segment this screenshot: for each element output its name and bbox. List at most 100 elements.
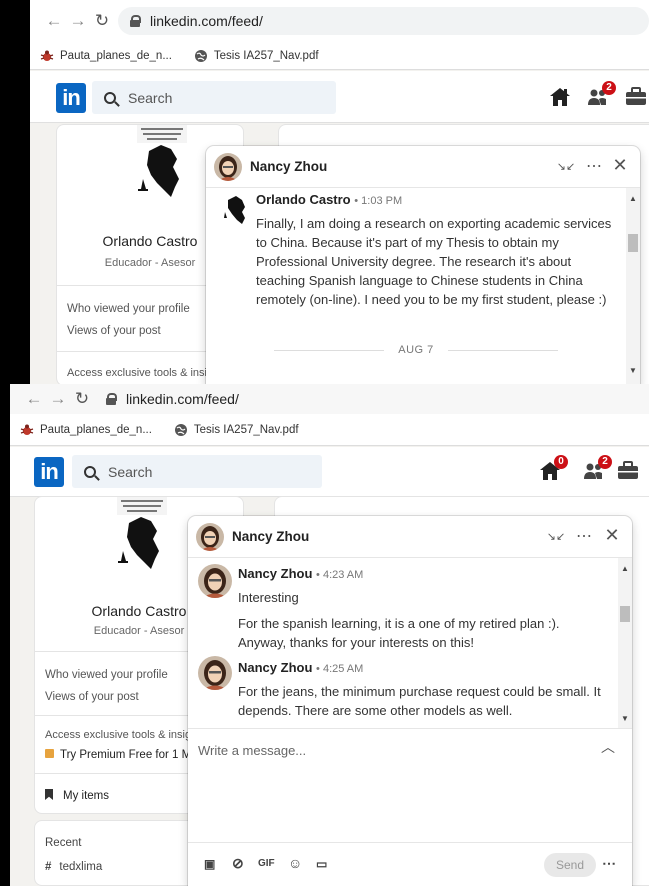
- send-button[interactable]: Send: [544, 853, 596, 877]
- message-time: 4:23 AM: [322, 569, 364, 581]
- home-icon[interactable]: [548, 85, 572, 109]
- scroll-down-arrow-icon[interactable]: ▼: [618, 714, 632, 723]
- browser-toolbar: ← → ↻ linkedin.com/feed/: [30, 0, 649, 42]
- close-icon[interactable]: ✕: [610, 155, 630, 176]
- chat-scrollbar[interactable]: ▲ ▼: [618, 558, 632, 728]
- message-input[interactable]: Write a message...: [198, 743, 306, 758]
- message-text: Finally, I am doing a research on export…: [256, 216, 612, 307]
- search-input[interactable]: Search: [72, 455, 322, 488]
- chat-title: Nancy Zhou: [250, 159, 328, 174]
- search-icon: [104, 91, 116, 104]
- expand-chevron-up-icon[interactable]: ︿: [598, 737, 618, 757]
- image-icon[interactable]: ▣: [204, 857, 215, 871]
- address-bar[interactable]: linkedin.com/feed/: [118, 7, 649, 35]
- try-premium-link[interactable]: Try Premium Free for 1 Mo: [45, 749, 198, 761]
- scroll-up-arrow-icon[interactable]: ▲: [618, 564, 632, 573]
- notification-badge: 2: [598, 455, 612, 469]
- bookmark-tesis[interactable]: Tesis IA257_Nav.pdf: [194, 49, 319, 63]
- chat-window-top: Nancy Zhou ↘↙ ⋯ ✕ Orlando Castro • 1:03 …: [206, 146, 640, 384]
- address-bar[interactable]: linkedin.com/feed/: [94, 387, 649, 411]
- url-text: linkedin.com/feed/: [126, 391, 239, 407]
- views-post-link[interactable]: Views of your post: [45, 691, 139, 703]
- premium-label: Try Premium Free for 1 Mo: [60, 749, 198, 761]
- linkedin-header: in Search 0 2: [10, 447, 649, 497]
- forward-arrow-icon[interactable]: →: [66, 11, 90, 31]
- linkedin-logo[interactable]: in: [56, 83, 86, 113]
- home-icon[interactable]: 0: [538, 455, 568, 483]
- access-tools-text: Access exclusive tools & insigh: [67, 367, 220, 379]
- search-input[interactable]: Search: [92, 81, 336, 114]
- my-network-icon[interactable]: 2: [586, 81, 616, 109]
- message-time: 1:03 PM: [361, 195, 403, 207]
- scroll-down-arrow-icon[interactable]: ▼: [626, 366, 640, 375]
- sender-name: Nancy Zhou: [238, 566, 313, 581]
- message-text: Interesting: [238, 590, 299, 605]
- chat-scrollbar[interactable]: ▲ ▼: [626, 188, 640, 384]
- jobs-briefcase-icon[interactable]: [624, 85, 648, 109]
- hashtag-icon: #: [45, 861, 52, 873]
- jobs-briefcase-icon[interactable]: [616, 459, 640, 483]
- message-text: For the jeans, the minimum purchase requ…: [238, 684, 601, 718]
- chat-window-bottom: Nancy Zhou ↘↙ ⋯ ✕ Nancy Zhou • 4:23 AM I…: [188, 516, 632, 886]
- close-icon[interactable]: ✕: [602, 525, 622, 546]
- attach-icon[interactable]: ⊘: [232, 855, 244, 872]
- back-arrow-icon[interactable]: ←: [22, 389, 46, 409]
- reload-icon[interactable]: ↻: [90, 11, 114, 31]
- message-sender[interactable]: Nancy Zhou • 4:23 AM: [238, 566, 363, 581]
- bookmark-pauta[interactable]: Pauta_planes_de_n...: [40, 49, 172, 63]
- recent-label: Recent: [45, 837, 82, 849]
- lock-icon: [106, 393, 117, 405]
- browser-toolbar: ← → ↻ linkedin.com/feed/: [10, 384, 649, 414]
- message-sender[interactable]: Orlando Castro • 1:03 PM: [256, 192, 402, 207]
- my-network-icon[interactable]: 2: [582, 455, 612, 483]
- more-options-icon[interactable]: ⋯: [574, 526, 594, 546]
- screenshot-top: ← → ↻ linkedin.com/feed/ Pauta_planes_de…: [30, 0, 649, 384]
- minimize-compose-icon[interactable]: ↘↙: [546, 530, 566, 543]
- orlando-avatar[interactable]: [218, 192, 252, 226]
- chat-header[interactable]: Nancy Zhou ↘↙ ⋯ ✕: [188, 516, 632, 558]
- bookmarks-bar: Pauta_planes_de_n... Tesis IA257_Nav.pdf: [10, 414, 649, 446]
- scroll-up-arrow-icon[interactable]: ▲: [626, 194, 640, 203]
- views-post-link[interactable]: Views of your post: [67, 325, 161, 337]
- chat-header[interactable]: Nancy Zhou ↘↙ ⋯ ✕: [206, 146, 640, 188]
- scroll-thumb[interactable]: [628, 234, 638, 252]
- minimize-compose-icon[interactable]: ↘↙: [556, 160, 576, 173]
- emoji-icon[interactable]: ☺: [288, 855, 302, 871]
- bookmark-tesis[interactable]: Tesis IA257_Nav.pdf: [174, 423, 299, 437]
- url-text: linkedin.com/feed/: [150, 13, 263, 29]
- message-composer[interactable]: Write a message... ︿: [188, 728, 632, 842]
- nancy-avatar[interactable]: [196, 523, 224, 551]
- gif-icon[interactable]: GIF: [258, 858, 275, 869]
- premium-square-icon: [45, 749, 54, 758]
- bookmark-pauta[interactable]: Pauta_planes_de_n...: [20, 423, 152, 437]
- bookmark-label: Tesis IA257_Nav.pdf: [193, 423, 299, 436]
- nancy-avatar[interactable]: [198, 564, 232, 598]
- sender-name: Nancy Zhou: [238, 660, 313, 675]
- linkedin-logo[interactable]: in: [34, 457, 64, 487]
- video-icon[interactable]: ▭: [316, 857, 327, 871]
- profile-picture[interactable]: [127, 125, 197, 209]
- scroll-thumb[interactable]: [620, 606, 630, 622]
- access-tools-text: Access exclusive tools & insigh: [45, 729, 198, 741]
- profile-picture[interactable]: [107, 497, 177, 581]
- who-viewed-link[interactable]: Who viewed your profile: [67, 303, 190, 315]
- more-options-icon[interactable]: ⋯: [602, 855, 616, 872]
- date-separator: AUG 7: [206, 344, 626, 356]
- recent-hashtag-link[interactable]: # tedxlima: [45, 861, 102, 873]
- my-items-link[interactable]: My items: [45, 789, 109, 802]
- search-placeholder: Search: [108, 463, 153, 480]
- bug-favicon-icon: [40, 50, 54, 61]
- nancy-avatar[interactable]: [198, 656, 232, 690]
- search-placeholder: Search: [128, 89, 173, 106]
- more-options-icon[interactable]: ⋯: [584, 156, 604, 176]
- back-arrow-icon[interactable]: ←: [42, 11, 66, 31]
- bookmark-icon: [45, 789, 53, 800]
- who-viewed-link[interactable]: Who viewed your profile: [45, 669, 168, 681]
- forward-arrow-icon[interactable]: →: [46, 389, 70, 409]
- reload-icon[interactable]: ↻: [70, 389, 94, 409]
- message-sender[interactable]: Nancy Zhou • 4:25 AM: [238, 660, 363, 675]
- globe-icon: [174, 423, 187, 436]
- bookmark-label: Pauta_planes_de_n...: [40, 423, 152, 436]
- my-items-label: My items: [63, 790, 109, 802]
- nancy-avatar[interactable]: [214, 153, 242, 181]
